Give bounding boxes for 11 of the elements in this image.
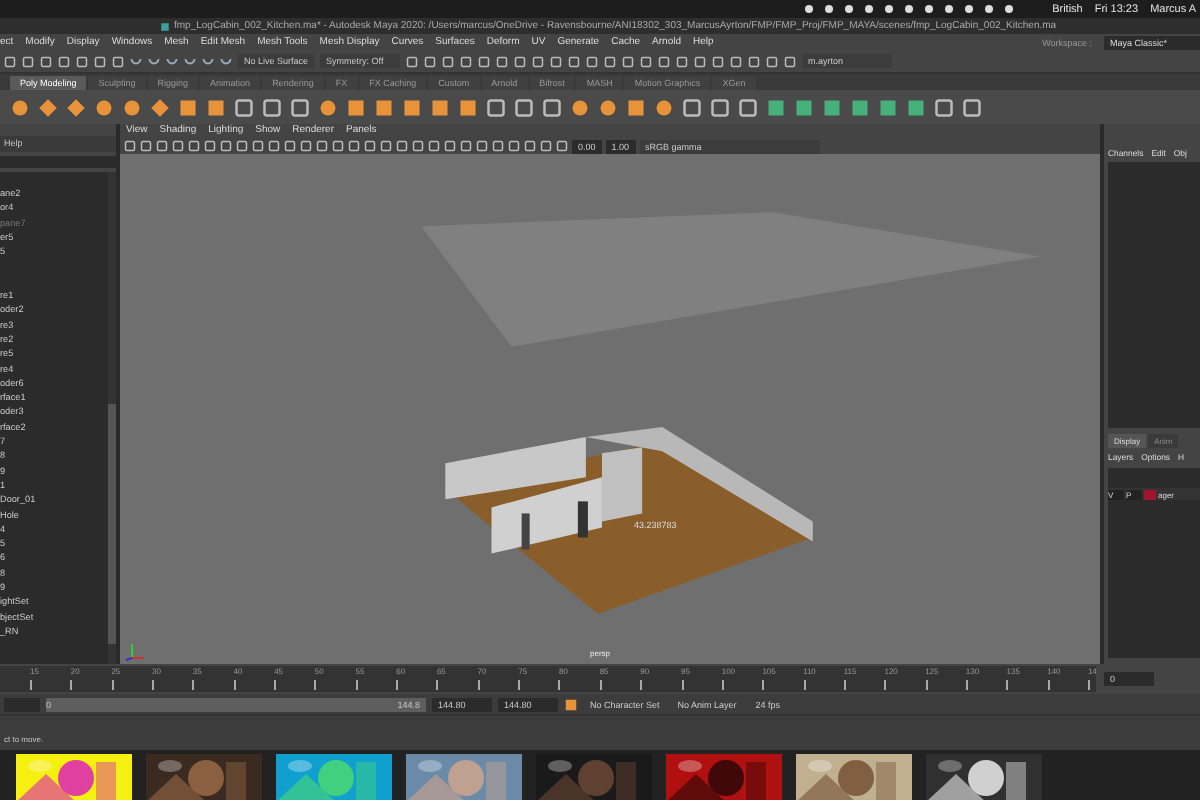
sphere-icon[interactable]: [318, 97, 338, 117]
diamond-icon[interactable]: [150, 97, 170, 117]
sphere-icon[interactable]: [10, 97, 30, 117]
start-frame-field[interactable]: [4, 697, 40, 711]
sphere-icon[interactable]: [654, 97, 674, 117]
filter-field[interactable]: [0, 156, 116, 168]
scrollbar[interactable]: [108, 404, 116, 644]
file-icon: [160, 21, 170, 31]
cube-icon[interactable]: [564, 697, 578, 711]
axis-icon: [125, 643, 145, 661]
cube-icon[interactable]: [626, 97, 646, 117]
